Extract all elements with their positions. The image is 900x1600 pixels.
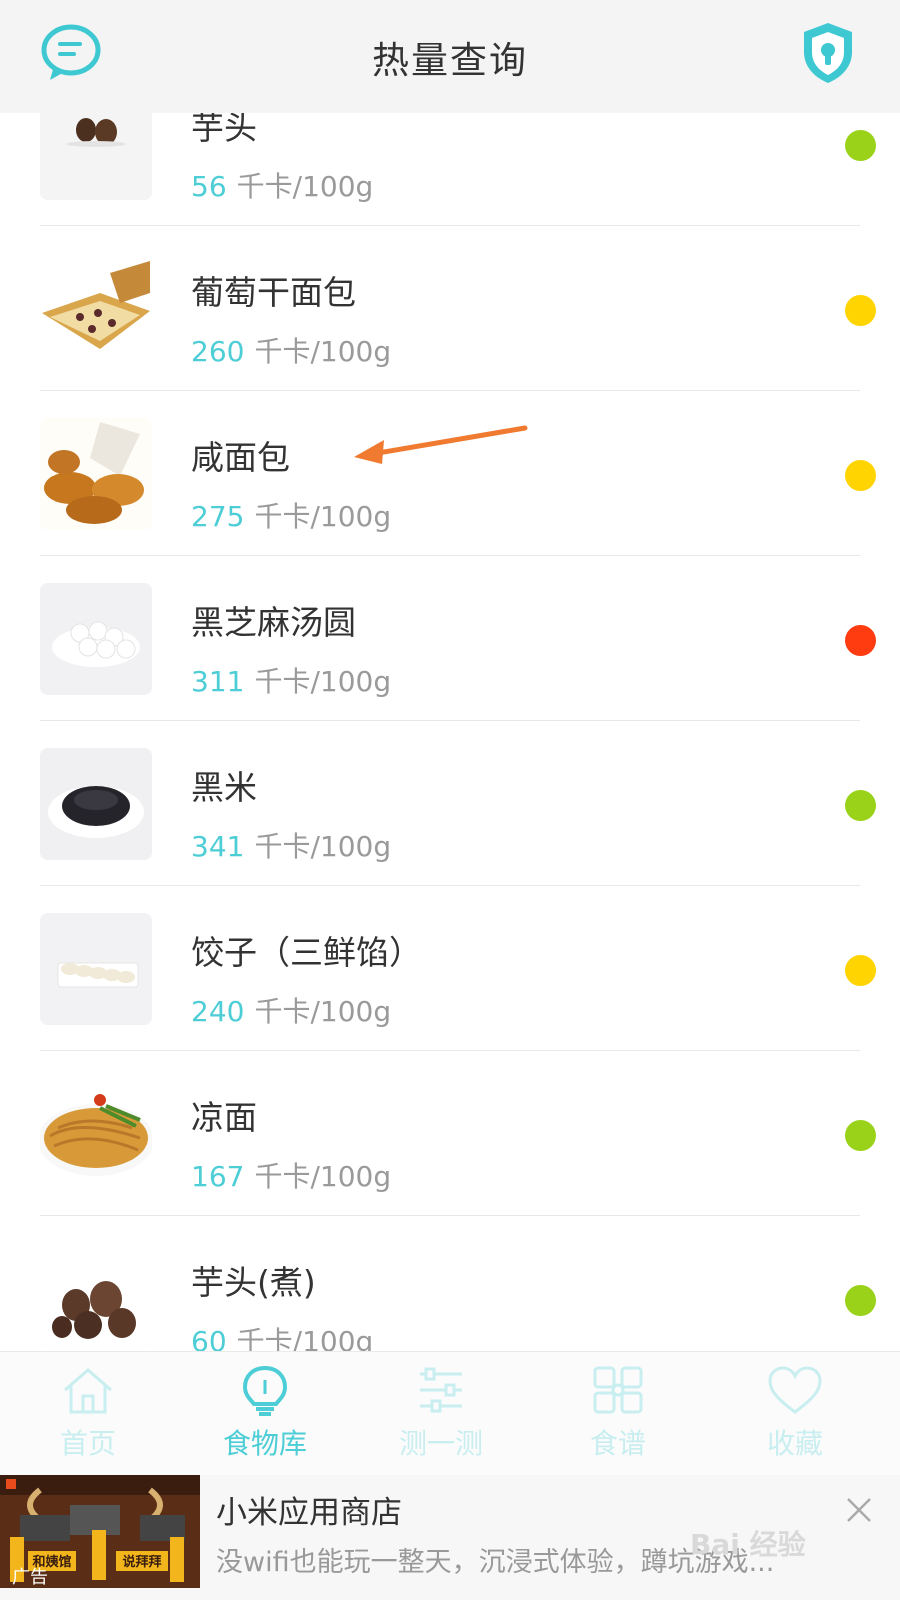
calorie-unit: 千卡/100g: [254, 500, 392, 533]
health-indicator-dot: [845, 1120, 876, 1151]
food-thumbnail: [40, 583, 152, 695]
calorie-value: 260: [191, 335, 245, 368]
bottom-tab-bar: 首页 食物库 测一测 食谱 收藏: [0, 1351, 900, 1476]
food-name: 凉面: [191, 1098, 257, 1137]
food-calories: 240 千卡/100g: [191, 990, 391, 1030]
calorie-unit: 千卡/100g: [254, 1160, 392, 1193]
calorie-value: 341: [191, 830, 245, 863]
calorie-unit: 千卡/100g: [236, 1325, 374, 1351]
food-calories: 260 千卡/100g: [191, 330, 391, 370]
top-bar: 热量查询: [0, 0, 900, 113]
close-icon[interactable]: [844, 1495, 874, 1525]
calorie-unit: 千卡/100g: [236, 170, 374, 203]
calorie-unit: 千卡/100g: [254, 335, 392, 368]
food-calories: 311 千卡/100g: [191, 660, 391, 700]
health-indicator-dot: [845, 625, 876, 656]
food-list-item[interactable]: 咸面包 275 千卡/100g: [0, 391, 900, 556]
tab-grid[interactable]: 食谱: [558, 1364, 678, 1462]
tab-home[interactable]: 首页: [28, 1364, 148, 1462]
health-indicator-dot: [845, 790, 876, 821]
shield-lock-icon[interactable]: [800, 20, 856, 86]
health-indicator-dot: [845, 955, 876, 986]
food-list-item[interactable]: 黑米 341 千卡/100g: [0, 721, 900, 886]
tab-heart[interactable]: 收藏: [735, 1364, 855, 1462]
heart-icon: [768, 1366, 822, 1414]
watermark: Bai 经验: [690, 1528, 806, 1561]
health-indicator-dot: [845, 295, 876, 326]
food-thumbnail: [40, 253, 152, 365]
tab-sliders[interactable]: 测一测: [381, 1364, 501, 1462]
food-thumbnail: [40, 113, 152, 200]
food-list-item[interactable]: 葡萄干面包 260 千卡/100g: [0, 226, 900, 391]
ad-image-text-right: 说拜拜: [122, 1554, 161, 1570]
calorie-value: 311: [191, 665, 245, 698]
food-list-item[interactable]: 芋头 56 千卡/100g: [0, 113, 900, 226]
food-calories: 60 千卡/100g: [191, 1320, 373, 1351]
health-indicator-dot: [845, 130, 876, 161]
calorie-value: 167: [191, 1160, 245, 1193]
page-title: 热量查询: [372, 39, 528, 82]
tab-lightbulb[interactable]: 食物库: [205, 1364, 325, 1462]
food-list-item[interactable]: 芋头(煮) 60 千卡/100g: [0, 1216, 900, 1351]
grid-icon: [593, 1366, 643, 1414]
annotation-arrow-icon: [354, 425, 528, 464]
tab-label: 首页: [59, 1427, 116, 1460]
food-name: 黑米: [191, 768, 257, 807]
calorie-unit: 千卡/100g: [254, 665, 392, 698]
health-indicator-dot: [845, 460, 876, 491]
home-icon: [64, 1368, 112, 1414]
food-calories: 56 千卡/100g: [191, 165, 373, 205]
tab-label: 食谱: [589, 1427, 646, 1460]
food-calories: 341 千卡/100g: [191, 825, 391, 865]
food-list-item[interactable]: 凉面 167 千卡/100g: [0, 1051, 900, 1216]
ad-tag: 广告: [12, 1567, 48, 1588]
calorie-value: 240: [191, 995, 245, 1028]
calorie-unit: 千卡/100g: [254, 830, 392, 863]
health-indicator-dot: [845, 1285, 876, 1316]
food-name: 葡萄干面包: [191, 273, 356, 312]
tab-label: 食物库: [222, 1427, 307, 1460]
food-thumbnail: [40, 1243, 152, 1351]
food-list-item[interactable]: 饺子（三鲜馅） 240 千卡/100g: [0, 886, 900, 1051]
calorie-value: 56: [191, 170, 227, 203]
lightbulb-icon: [242, 1365, 288, 1416]
food-list: 芋头 56 千卡/100g 葡萄干面包 260 千卡/100g 咸面包 275 千卡/100g 黑…: [0, 113, 900, 1351]
food-name: 芋头: [191, 113, 257, 147]
food-thumbnail: [40, 748, 152, 860]
ad-image[interactable]: 和姨馆 说拜拜 广告: [0, 1475, 200, 1588]
calorie-value: 60: [191, 1325, 227, 1351]
food-name: 芋头(煮): [191, 1263, 316, 1302]
food-calories: 275 千卡/100g: [191, 495, 391, 535]
food-thumbnail: [40, 913, 152, 1025]
food-name: 咸面包: [191, 438, 290, 477]
food-name: 饺子（三鲜馅）: [191, 933, 422, 972]
food-thumbnail: [40, 1078, 152, 1190]
food-thumbnail: [40, 418, 152, 530]
food-name: 黑芝麻汤圆: [191, 603, 356, 642]
sliders-icon: [420, 1367, 462, 1413]
calorie-unit: 千卡/100g: [254, 995, 392, 1028]
ad-banner[interactable]: 和姨馆 说拜拜 广告 小米应用商店 没wifi也能玩一整天，沉浸式体验，蹲坑游戏…: [0, 1475, 900, 1600]
food-list-item[interactable]: 黑芝麻汤圆 311 千卡/100g: [0, 556, 900, 721]
tab-label: 测一测: [398, 1427, 483, 1460]
food-calories: 167 千卡/100g: [191, 1155, 391, 1195]
tab-label: 收藏: [766, 1427, 823, 1460]
calorie-value: 275: [191, 500, 245, 533]
ad-title[interactable]: 小米应用商店: [216, 1487, 402, 1532]
